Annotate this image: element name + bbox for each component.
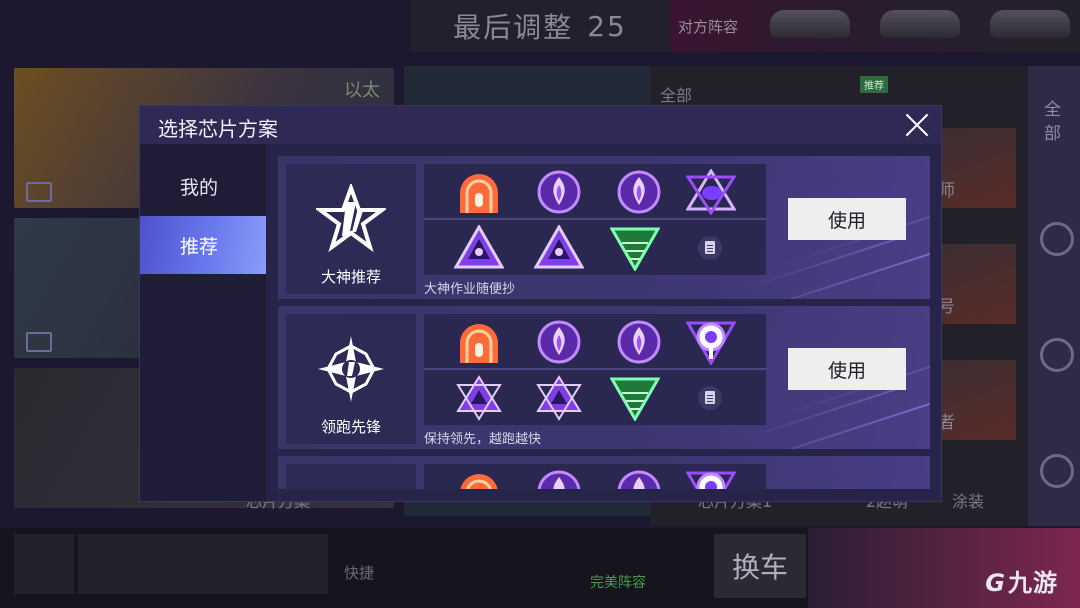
- tab-mine[interactable]: 我的: [140, 157, 266, 215]
- countdown-timer: 25: [587, 9, 627, 43]
- enemy-lineup-bar: 对方阵容: [670, 0, 1080, 52]
- wheel-icon[interactable]: [1040, 222, 1074, 256]
- use-plan-button[interactable]: 使用: [788, 198, 906, 240]
- chip-grid: [424, 314, 766, 425]
- plan-name: 领跑先锋: [320, 418, 381, 436]
- purple-hexagram-chip-icon[interactable]: [534, 375, 584, 421]
- enemy-car-thumbnail: [990, 10, 1070, 38]
- gift-icon: [26, 182, 52, 202]
- dialog-title: 选择芯片方案: [158, 117, 278, 141]
- plan-description: 大神作业随便抄: [424, 282, 516, 297]
- document-icon[interactable]: [698, 386, 722, 410]
- document-icon[interactable]: [698, 236, 722, 260]
- side-all-label[interactable]: 全部: [1044, 98, 1064, 146]
- car-card-tag: 以太: [344, 80, 380, 101]
- purple-star-wing-chip-icon[interactable]: [686, 169, 736, 215]
- purple-triangle-chip-icon[interactable]: [534, 225, 584, 271]
- gift-icon: [26, 332, 52, 352]
- chip-grid-divider: [424, 218, 766, 220]
- plan-card: [278, 456, 930, 489]
- plan-emblem-box: [286, 464, 416, 489]
- chip-grid: [424, 164, 766, 275]
- purple-flame-chip-icon[interactable]: [534, 319, 584, 365]
- swap-car-button[interactable]: 换车: [714, 534, 806, 598]
- paint-label[interactable]: 涂装: [952, 488, 984, 512]
- recommend-badge: 推荐: [860, 76, 888, 93]
- enemy-car-thumbnail: [880, 10, 960, 38]
- plan-card: 大神推荐 大神作业随便抄 使用: [278, 156, 930, 299]
- watermark-logo-icon: G: [985, 569, 1006, 597]
- perfect-lineup-label: 完美阵容: [590, 575, 646, 591]
- filter-all-tab[interactable]: 全部: [660, 82, 692, 106]
- plan-emblem-box: 大神推荐: [286, 164, 416, 294]
- green-tree-chip-icon[interactable]: [610, 225, 660, 271]
- purple-target-chip-icon[interactable]: [686, 469, 736, 489]
- voice-button[interactable]: [14, 534, 74, 594]
- final-adjustment-banner: 最后调整 25: [410, 0, 670, 52]
- plan-description: 保持领先，越跑越快: [424, 432, 542, 447]
- chip-grid-divider: [424, 368, 766, 370]
- car-list-item[interactable]: 者: [928, 360, 1016, 440]
- plan-card: 领跑先锋 保持领先，越跑越快 使用: [278, 306, 930, 449]
- bottom-bar: 快捷 完美阵容 换车: [0, 528, 1080, 608]
- plan-source-tabs: 我的 推荐: [140, 144, 266, 501]
- plan-list[interactable]: 大神推荐 大神作业随便抄 使用 领跑先锋 保持领先，越跑越快 使用: [278, 154, 930, 489]
- chat-box[interactable]: [78, 534, 328, 594]
- purple-flame-chip-icon[interactable]: [534, 469, 584, 489]
- plan-emblem-box: 领跑先锋: [286, 314, 416, 444]
- close-icon[interactable]: [903, 111, 931, 139]
- orange-dome-chip-icon[interactable]: [454, 469, 504, 489]
- green-tree-chip-icon[interactable]: [610, 375, 660, 421]
- chip-grid: [424, 464, 766, 489]
- enemy-lineup-label: 对方阵容: [678, 18, 739, 36]
- use-plan-button[interactable]: 使用: [788, 348, 906, 390]
- purple-flame-chip-icon[interactable]: [534, 169, 584, 215]
- tab-recommended[interactable]: 推荐: [140, 216, 266, 274]
- quick-chat-label[interactable]: 快捷: [344, 562, 374, 583]
- orange-dome-chip-icon[interactable]: [454, 169, 504, 215]
- chip-plan-dialog: 选择芯片方案 我的 推荐 大神推荐 大神作业随便抄 使用 领跑先锋 保持领先，越…: [140, 106, 941, 501]
- dialog-header: 选择芯片方案: [140, 106, 941, 144]
- enemy-car-thumbnail: [770, 10, 850, 38]
- plan-name: 大神推荐: [320, 268, 381, 286]
- final-adjustment-title: 最后调整: [453, 11, 574, 44]
- purple-flame-chip-icon[interactable]: [614, 319, 664, 365]
- spray-icon[interactable]: [1040, 454, 1074, 488]
- car-list-item[interactable]: 号: [928, 244, 1016, 324]
- purple-flame-chip-icon[interactable]: [614, 169, 664, 215]
- star-split-emblem-icon: [316, 184, 386, 253]
- lightning-icon[interactable]: [1040, 338, 1074, 372]
- purple-flame-chip-icon[interactable]: [614, 469, 664, 489]
- purple-hexagram-chip-icon[interactable]: [454, 375, 504, 421]
- category-sidebar: 全部: [1028, 66, 1080, 526]
- watermark-text: 九游: [1008, 569, 1058, 597]
- decor-streak: [743, 388, 897, 440]
- decor-streak: [743, 238, 897, 290]
- watermark: G九游: [985, 563, 1058, 598]
- orange-dome-chip-icon[interactable]: [454, 319, 504, 365]
- purple-target-chip-icon[interactable]: [686, 319, 736, 365]
- compass-star-emblem-icon: [318, 336, 384, 402]
- car-list-item[interactable]: 师: [928, 128, 1016, 208]
- purple-triangle-chip-icon[interactable]: [454, 225, 504, 271]
